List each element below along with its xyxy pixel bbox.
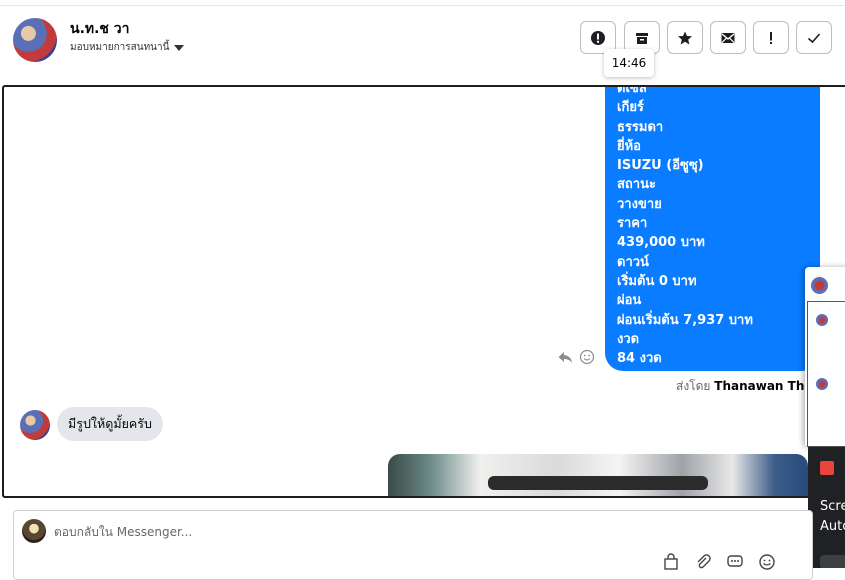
screen-capture-panel[interactable]: Scre Auto	[808, 447, 845, 568]
mark-unread-button[interactable]	[710, 21, 746, 54]
message-line: ผ่อนเริ่มต้น 7,937 บาท	[617, 312, 753, 328]
timestamp-tooltip: 14:46	[604, 49, 654, 77]
panel-button[interactable]	[820, 555, 845, 568]
message-line: ยี่ห้อ	[617, 138, 641, 154]
contact-avatar[interactable]	[13, 18, 57, 62]
reply-input[interactable]	[54, 521, 654, 543]
page-avatar	[22, 519, 46, 543]
message-line: ดาวน์	[617, 254, 649, 270]
message-line: สถานะ	[617, 177, 656, 193]
important-button[interactable]	[753, 21, 789, 54]
checkmark-icon	[807, 32, 821, 43]
paperclip-icon[interactable]	[694, 553, 712, 571]
caret-down-icon	[174, 44, 185, 51]
incoming-message-bubble[interactable]: มีรูปให้ดูมั้ยครับ	[57, 407, 163, 441]
exclamation-icon	[770, 31, 772, 44]
sent-by-prefix: ส่งโดย	[676, 379, 711, 393]
envelope-icon	[721, 32, 735, 43]
star-icon	[678, 31, 692, 44]
image-attachment[interactable]	[388, 454, 808, 496]
message-line: ISUZU (อีซูซุ)	[617, 158, 704, 174]
message-line: ผ่อน	[617, 293, 642, 309]
reply-composer	[13, 510, 813, 580]
message-line: 439,000 บาท	[617, 235, 705, 251]
sent-by-label: ส่งโดย Thanawan Thon	[676, 377, 821, 396]
message-line: วางขาย	[617, 196, 662, 212]
message-line: เริ่มต้น 0 บาท	[617, 273, 697, 289]
emoji-react-icon[interactable]	[579, 349, 595, 365]
app-icon	[820, 461, 834, 475]
saved-replies-icon[interactable]	[726, 553, 744, 571]
star-button[interactable]	[667, 21, 703, 54]
message-line: ดีเซล	[617, 85, 647, 96]
reply-icon[interactable]	[557, 349, 573, 365]
preview-avatar	[816, 314, 828, 326]
message-line: 84 งวด	[617, 351, 662, 367]
panel-title: Scre	[820, 499, 845, 514]
preview-avatar	[811, 277, 828, 294]
assign-conversation-dropdown[interactable]: มอบหมายการสนทนานี้	[70, 40, 185, 55]
outgoing-message-bubble[interactable]: ดีเซลเกียร์ธรรมดายี่ห้อ ISUZU (อีซูซุ) สถา…	[605, 85, 820, 371]
alert-circle-icon	[591, 30, 605, 45]
preview-frame	[807, 301, 845, 447]
side-preview-popup[interactable]	[805, 267, 845, 447]
message-line: งวด	[617, 331, 640, 347]
preview-avatar	[816, 378, 828, 390]
contact-name[interactable]: น.ท.ช วา	[70, 18, 130, 40]
composer-toolbar	[662, 553, 776, 571]
emoji-icon[interactable]	[758, 553, 776, 571]
panel-subtitle: Auto	[820, 519, 845, 534]
message-line: เกียร์	[617, 100, 644, 116]
inbox-icon	[636, 32, 648, 44]
image-detail	[488, 476, 708, 490]
message-actions	[557, 349, 595, 365]
message-thread[interactable]: ดีเซลเกียร์ธรรมดายี่ห้อ ISUZU (อีซูซุ) สถา…	[2, 85, 845, 498]
contact-avatar-small[interactable]	[20, 410, 50, 440]
shopping-bag-icon[interactable]	[662, 553, 680, 571]
assign-conversation-label: มอบหมายการสนทนานี้	[70, 42, 170, 53]
message-line: ราคา	[617, 216, 648, 232]
message-line: ธรรมดา	[617, 119, 664, 135]
done-button[interactable]	[796, 21, 832, 54]
